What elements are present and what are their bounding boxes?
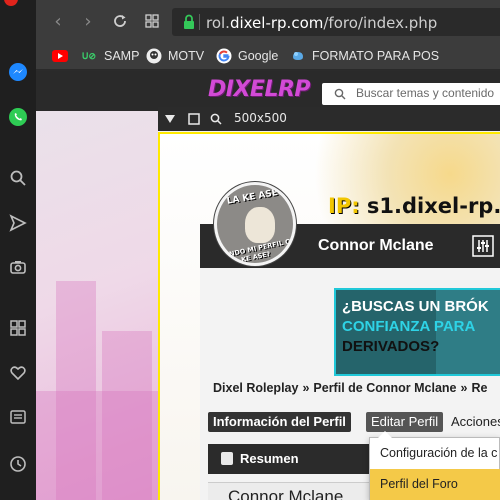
- send-icon[interactable]: [6, 211, 30, 235]
- breadcrumb-profile[interactable]: Perfil de Connor Mclane: [313, 381, 456, 395]
- tab-profile-info[interactable]: Información del Perfil: [208, 412, 351, 432]
- speed-dial-icon[interactable]: [6, 316, 30, 340]
- bookmark-label: FORMATO PARA POS: [312, 49, 440, 63]
- avatar-caption-top: LA KE ASE?: [226, 187, 284, 207]
- bookmark-label: Google: [238, 49, 279, 63]
- news-icon[interactable]: [6, 405, 30, 429]
- url-text[interactable]: rol.dixel-rp.com/foro/index.php: [206, 14, 437, 32]
- banner-line-3: DERIVADOS?: [342, 338, 440, 355]
- forward-icon[interactable]: ›: [76, 9, 100, 33]
- browser-toolbar: ‹ › rol.dixel-rp.com/foro/index.php: [36, 0, 500, 42]
- banner-line-1: ¿BUSCAS UN BRÓK: [342, 298, 489, 315]
- url-separator: [199, 14, 200, 30]
- breadcrumb-home[interactable]: Dixel Roleplay: [213, 381, 298, 395]
- header-art: [280, 134, 500, 234]
- history-icon[interactable]: [6, 452, 30, 476]
- bookmark-youtube[interactable]: [52, 47, 68, 65]
- motv-icon: [146, 48, 162, 64]
- reload-icon[interactable]: [108, 9, 132, 33]
- samp-icon: ᑌ⊘: [81, 50, 97, 61]
- tabs-grid-icon[interactable]: [140, 9, 164, 33]
- llama-icon: [245, 207, 275, 243]
- search-icon: [334, 88, 346, 100]
- site-header: DIXELRP Buscar temas y contenido: [36, 71, 500, 111]
- viewer-size-label: 500x500: [234, 111, 287, 125]
- address-bar[interactable]: rol.dixel-rp.com/foro/index.php: [172, 8, 500, 36]
- breadcrumb: Dixel Roleplay» Perfil de Connor Mclane» R…: [213, 381, 488, 395]
- bookmark-label: MOTV: [168, 49, 205, 63]
- ip-label: IP:: [328, 194, 360, 218]
- site-logo[interactable]: DIXELRP: [208, 77, 311, 102]
- viewer-toolbar: 500x500: [158, 107, 500, 131]
- google-icon: [216, 48, 232, 64]
- edit-profile-dropdown: Configuración de la c Perfil del Foro: [369, 431, 500, 500]
- banner-line-2: CONFIANZA PARA: [342, 318, 476, 335]
- server-ip: IP: s1.dixel-rp.co: [328, 194, 500, 218]
- user-icon: [221, 452, 233, 465]
- frame-icon[interactable]: [188, 113, 200, 125]
- browser-sidebar: [0, 0, 36, 500]
- bookmark-formato[interactable]: FORMATO PARA POS: [290, 47, 439, 65]
- menu-item-settings[interactable]: Configuración de la c: [370, 438, 500, 469]
- whatsapp-icon[interactable]: [6, 105, 30, 129]
- youtube-icon: [52, 48, 68, 64]
- back-icon[interactable]: ‹: [46, 9, 70, 33]
- bookmark-motv[interactable]: MOTV: [146, 47, 204, 65]
- summary-title: Resumen: [240, 451, 299, 466]
- camera-icon[interactable]: [6, 255, 30, 279]
- url-domain: dixel-rp.com: [229, 14, 324, 32]
- messenger-icon[interactable]: [6, 60, 30, 84]
- search-placeholder: Buscar temas y contenido: [356, 86, 495, 100]
- bookmark-label: SAMP: [104, 49, 140, 63]
- lock-icon[interactable]: [182, 14, 196, 35]
- breadcrumb-current[interactable]: Re: [471, 381, 487, 395]
- menu-item-forum-profile[interactable]: Perfil del Foro: [370, 469, 500, 500]
- zoom-icon[interactable]: [210, 113, 222, 125]
- heart-icon[interactable]: [6, 361, 30, 385]
- url-prefix: rol.: [206, 14, 230, 32]
- globe-icon: [290, 48, 306, 64]
- tab-edit-profile[interactable]: Editar Perfil: [366, 412, 444, 432]
- summary-name: Connor Mclane: [228, 487, 344, 500]
- site-search-input[interactable]: Buscar temas y contenido: [322, 83, 500, 105]
- opera-logo-icon[interactable]: [4, 0, 18, 6]
- profile-name: Connor Mclane: [318, 237, 434, 254]
- tab-actions[interactable]: Acciones: [446, 412, 500, 432]
- background-decoration: [36, 241, 166, 500]
- profile-avatar[interactable]: LA KE ASE? VIENDO MI PERFIL O KE ASE?: [214, 182, 296, 266]
- bookmark-samp[interactable]: ᑌ⊘ SAMP: [80, 47, 140, 65]
- chevron-down-icon[interactable]: [165, 115, 175, 123]
- url-path: /foro/index.php: [323, 14, 438, 32]
- bookmark-google[interactable]: Google: [216, 47, 278, 65]
- sliders-icon[interactable]: [472, 235, 494, 257]
- ip-value: s1.dixel-rp.co: [366, 194, 500, 218]
- search-icon[interactable]: [6, 166, 30, 190]
- ad-banner[interactable]: ¿BUSCAS UN BRÓK CONFIANZA PARA DERIVADOS…: [334, 288, 500, 376]
- bookmarks-bar: ᑌ⊘ SAMP MOTV Google FORMATO PARA POS: [36, 42, 500, 70]
